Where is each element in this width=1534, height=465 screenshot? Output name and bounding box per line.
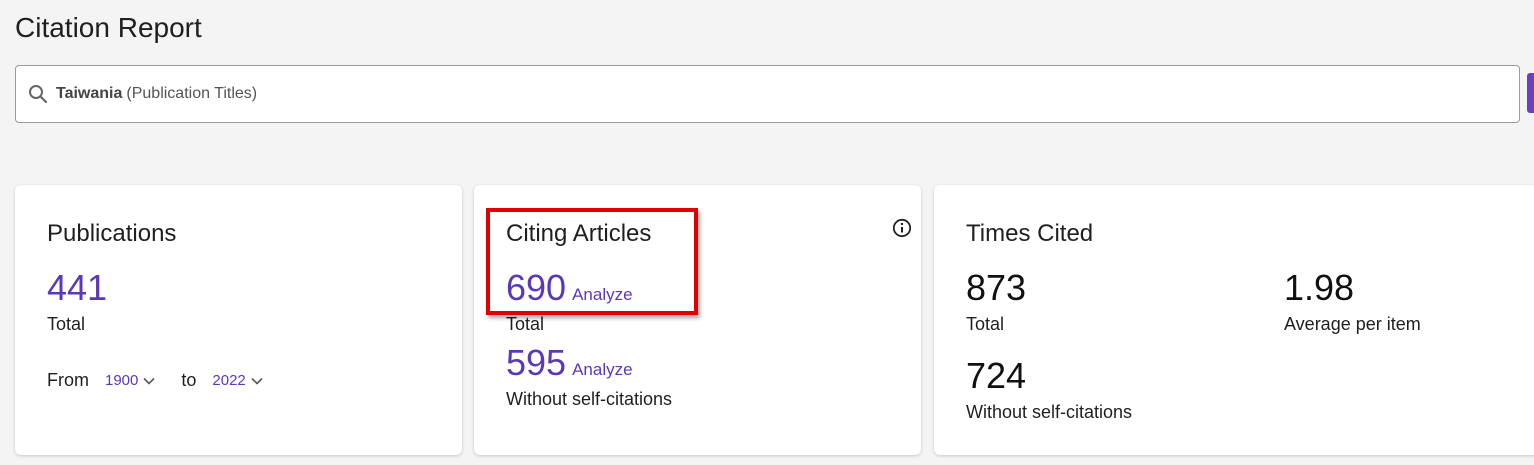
- highlight-annotation-box: [486, 208, 698, 315]
- publications-title: Publications: [47, 220, 177, 247]
- page-title: Citation Report: [15, 12, 202, 43]
- search-query-text: Taiwania (Publication Titles): [56, 85, 257, 103]
- from-year-value: 1900: [105, 372, 139, 389]
- citation-report-page: Citation Report Taiwania (Publication Tit…: [0, 0, 1534, 465]
- search-query-box[interactable]: Taiwania (Publication Titles): [15, 65, 1520, 123]
- search-icon: [28, 84, 48, 104]
- year-range: From 1900 to 2022: [47, 370, 263, 391]
- info-icon[interactable]: [892, 218, 912, 238]
- from-year-dropdown[interactable]: 1900: [105, 372, 155, 389]
- times-cited-total-label: Total: [966, 314, 1005, 334]
- from-label: From: [47, 370, 89, 390]
- to-year-dropdown[interactable]: 2022: [212, 372, 263, 389]
- analyze-without-self-link[interactable]: Analyze: [572, 360, 632, 380]
- citing-without-row: 595 Analyze: [506, 345, 633, 381]
- publications-total-label: Total: [47, 314, 86, 334]
- times-cited-card: Times Cited 873 Total 1.98 Average per i…: [934, 185, 1534, 455]
- average-per-item-label: Average per item: [1284, 314, 1421, 334]
- times-cited-without-label: Without self-citations: [966, 402, 1133, 422]
- times-cited-without-value: 724: [966, 355, 1027, 396]
- times-cited-total-value: 873: [966, 267, 1027, 308]
- citing-without-label: Without self-citations: [506, 389, 673, 409]
- citing-total-label: Total: [506, 314, 545, 334]
- search-term: Taiwania: [56, 85, 123, 102]
- chevron-down-icon: [251, 377, 263, 385]
- side-action-button[interactable]: [1527, 73, 1534, 113]
- chevron-down-icon: [143, 377, 155, 385]
- average-per-item-value: 1.98: [1284, 267, 1355, 308]
- to-label: to: [181, 370, 197, 390]
- publications-card: Publications 441 Total From 1900 to 2022: [15, 185, 462, 455]
- search-field: (Publication Titles): [126, 85, 258, 102]
- to-year-value: 2022: [212, 372, 246, 389]
- citing-without-value[interactable]: 595: [506, 345, 566, 381]
- publications-total-value[interactable]: 441: [47, 270, 107, 306]
- times-cited-title: Times Cited: [966, 220, 1094, 247]
